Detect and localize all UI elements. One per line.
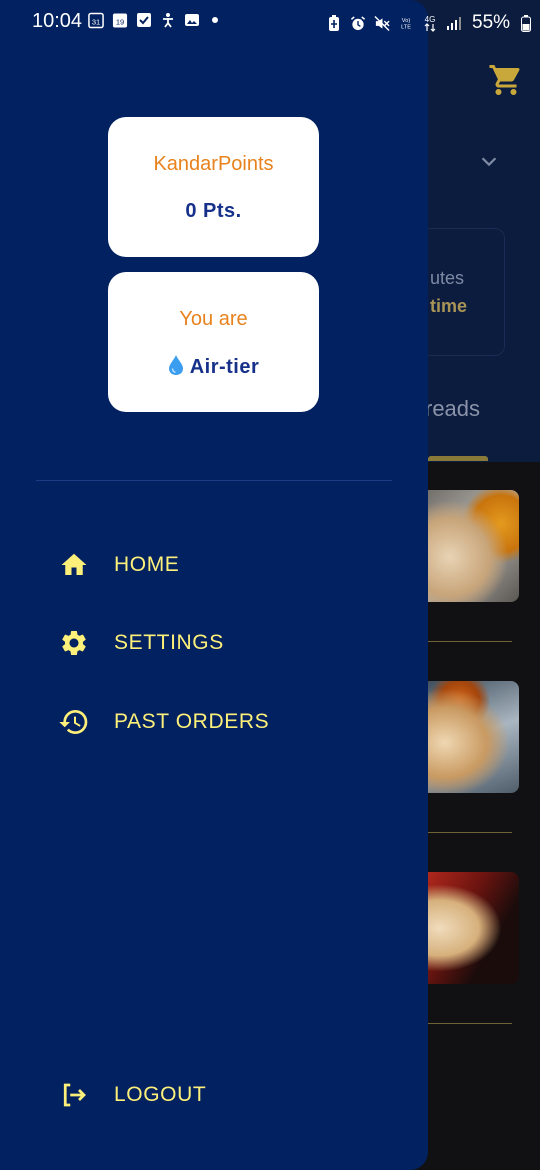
menu-item-past-orders[interactable]: PAST ORDERS xyxy=(58,704,269,740)
tier-card-title: You are xyxy=(179,308,248,330)
list-divider xyxy=(427,832,512,833)
tier-card: You are Air-tier xyxy=(108,272,319,412)
menu-item-label: SETTINGS xyxy=(114,631,224,654)
food-image[interactable] xyxy=(420,490,519,602)
list-divider xyxy=(427,1023,512,1024)
calendar-icon: 31 xyxy=(88,12,104,28)
logout-icon xyxy=(58,1079,90,1111)
background-card-text: utes xyxy=(430,268,465,288)
menu-item-label: PAST ORDERS xyxy=(114,710,270,733)
checkbox-icon xyxy=(136,12,152,28)
logout-button[interactable]: LOGOUT xyxy=(58,1077,206,1113)
alarm-icon xyxy=(350,15,366,31)
tier-value-row: Air-tier xyxy=(108,354,319,382)
signal-icon xyxy=(446,15,462,31)
food-image[interactable] xyxy=(420,872,519,984)
menu-item-home[interactable]: HOME xyxy=(58,547,179,583)
chevron-down-icon[interactable] xyxy=(478,150,500,172)
points-card-title: KandarPoints xyxy=(153,153,274,175)
gear-icon xyxy=(58,627,90,659)
droplet-icon xyxy=(168,354,184,382)
background-tab-label[interactable]: reads xyxy=(425,396,480,422)
cart-icon[interactable] xyxy=(488,62,524,98)
battery-percent: 55% xyxy=(472,12,511,33)
calendar-date-icon: 19 xyxy=(112,12,128,28)
status-bar: 10:04 31 19 Vo) LTE 4G 55% xyxy=(0,0,540,44)
svg-text:19: 19 xyxy=(116,17,124,26)
mute-icon xyxy=(374,15,390,31)
points-card: KandarPoints 0 Pts. xyxy=(108,117,319,257)
4g-icon: 4G xyxy=(422,15,438,32)
food-image[interactable] xyxy=(420,681,519,793)
battery-saver-icon xyxy=(326,14,342,31)
notification-dot-icon xyxy=(212,17,218,23)
svg-text:31: 31 xyxy=(92,17,100,26)
svg-text:4G: 4G xyxy=(425,15,436,24)
volte-icon: Vo) LTE xyxy=(398,15,414,31)
menu-item-label: HOME xyxy=(114,553,180,576)
status-time: 10:04 xyxy=(32,10,83,32)
svg-text:LTE: LTE xyxy=(401,25,411,31)
drawer-divider xyxy=(36,480,392,481)
gallery-icon xyxy=(184,12,200,28)
list-divider xyxy=(427,641,512,642)
tab-indicator xyxy=(428,456,488,461)
battery-icon xyxy=(518,14,534,32)
accessibility-icon xyxy=(160,12,176,28)
history-icon xyxy=(58,706,90,738)
background-card-text-bold: time xyxy=(430,296,468,316)
navigation-drawer: KandarPoints 0 Pts. You are Air-tier HOM… xyxy=(0,0,428,1170)
tier-value: Air-tier xyxy=(189,356,260,378)
logout-label: LOGOUT xyxy=(114,1083,207,1106)
menu-item-settings[interactable]: SETTINGS xyxy=(58,625,224,661)
home-icon xyxy=(58,549,90,581)
points-value: 0 Pts. xyxy=(185,200,242,222)
svg-text:Vo): Vo) xyxy=(402,18,411,24)
